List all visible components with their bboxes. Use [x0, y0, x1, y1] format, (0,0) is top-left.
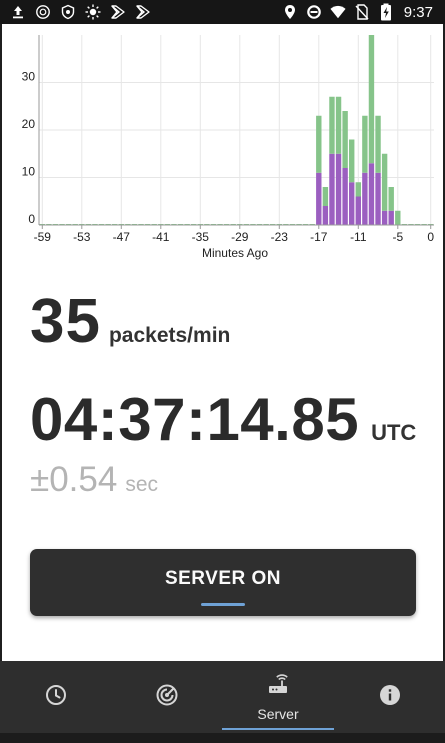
- chart-bar: [355, 196, 361, 225]
- packet-rate: 35 packets/min: [30, 286, 230, 357]
- status-bar: 9:37: [0, 0, 445, 24]
- time-zone-label: UTC: [371, 420, 417, 445]
- location-icon: [282, 4, 298, 20]
- chart-x-tick-label: -29: [231, 230, 249, 244]
- chart-y-tick-label: 10: [22, 165, 36, 179]
- battery-charging-icon: [378, 3, 394, 21]
- chart-bar: [388, 210, 394, 225]
- server-on-indicator: [201, 603, 245, 606]
- chart-x-tick-label: -41: [152, 230, 170, 244]
- packet-rate-unit: packets/min: [108, 324, 231, 347]
- chart-bar: [355, 182, 361, 197]
- signal-flag-icon: [110, 4, 126, 20]
- server-toggle-label: SERVER ON: [164, 567, 282, 589]
- chart-y-tick-label: 30: [22, 70, 36, 84]
- chart-x-tick-label: -23: [271, 230, 289, 244]
- status-bar-system-icons: 9:37: [282, 0, 433, 24]
- chart-bar: [335, 96, 342, 154]
- chart-bar: [335, 153, 342, 225]
- chart-bar: [349, 182, 355, 225]
- status-bar-notification-icons: [10, 0, 151, 24]
- router-icon: [266, 673, 290, 702]
- bottom-navigation: Server: [0, 661, 445, 743]
- chart-bar: [316, 172, 322, 225]
- chart-bar: [368, 163, 375, 225]
- chart-x-tick-label: -17: [310, 230, 328, 244]
- server-toggle-button[interactable]: SERVER ON: [30, 549, 416, 616]
- info-icon: [378, 683, 402, 712]
- chart-bar: [316, 115, 322, 173]
- chart-x-tick-label: -35: [192, 230, 210, 244]
- chart-bar: [362, 115, 368, 173]
- app-circle-icon: [35, 4, 51, 20]
- chart-bar: [322, 206, 329, 225]
- chart-bar: [342, 111, 348, 168]
- current-time-value: 04:37:14.85: [30, 386, 360, 453]
- packet-rate-value: 35: [30, 287, 101, 356]
- chart-grid: [39, 35, 434, 226]
- clock-icon: [44, 683, 68, 712]
- radar-icon: [155, 683, 179, 712]
- system-gesture-area: [0, 733, 445, 743]
- chart-x-tick-label: -47: [113, 230, 131, 244]
- chart-bar: [349, 139, 355, 183]
- chart-bar: [362, 172, 368, 225]
- current-time: 04:37:14.85 UTC: [30, 385, 416, 454]
- chart-x-tick-label: -59: [34, 230, 52, 244]
- chart-bar: [368, 35, 375, 164]
- wifi-icon: [330, 4, 346, 20]
- no-sim-icon: [354, 4, 370, 20]
- chart-bar: [329, 153, 335, 225]
- nav-selected-indicator: [222, 728, 334, 730]
- nav-item-server-label: Server: [257, 705, 299, 722]
- nav-item-clock[interactable]: [0, 661, 111, 733]
- main-content: 0 10 20 30 -59 -53 -47 -41 -35 -29 -23 -17 -11 -5 0 Mi…: [2, 24, 443, 661]
- signal-flag-icon: [135, 4, 151, 20]
- chart-bar: [375, 172, 381, 225]
- status-bar-clock: 9:37: [403, 3, 433, 21]
- chart-axes: [38, 35, 434, 229]
- chart-x-tick-label: -53: [73, 230, 91, 244]
- chart-y-tick-label: 20: [22, 117, 36, 131]
- packet-history-chart: 0 10 20 30 -59 -53 -47 -41 -35 -29 -23 -17 -11 -5 0 Mi…: [2, 24, 443, 264]
- chart-bar: [375, 115, 381, 173]
- chart-bar: [381, 153, 388, 211]
- chart-y-tick-label: 0: [28, 212, 35, 226]
- nav-item-info[interactable]: [334, 661, 445, 733]
- brightness-icon: [85, 4, 101, 20]
- chart-bar: [329, 96, 335, 154]
- nav-item-server[interactable]: Server: [222, 661, 334, 733]
- upload-icon: [10, 4, 26, 20]
- time-accuracy-unit: sec: [125, 473, 159, 496]
- chart-bar: [395, 210, 401, 225]
- shield-badge-icon: [60, 4, 76, 20]
- time-accuracy-value: ±0.54: [30, 460, 118, 499]
- chart-x-tick-label: -11: [350, 230, 367, 244]
- chart-bar: [388, 187, 394, 211]
- chart-x-tick-label: 0: [427, 230, 434, 244]
- chart-bar: [322, 187, 329, 206]
- chart-bar: [342, 168, 348, 225]
- chart-x-axis-label: Minutes Ago: [202, 246, 268, 260]
- do-not-disturb-icon: [306, 4, 322, 20]
- nav-item-radar[interactable]: [111, 661, 222, 733]
- chart-x-tick-label: -5: [392, 230, 403, 244]
- packet-history-chart-svg: 0 10 20 30 -59 -53 -47 -41 -35 -29 -23 -17 -11 -5 0 Mi…: [22, 35, 434, 260]
- time-accuracy: ±0.54 sec: [30, 460, 158, 500]
- chart-bar: [381, 210, 388, 225]
